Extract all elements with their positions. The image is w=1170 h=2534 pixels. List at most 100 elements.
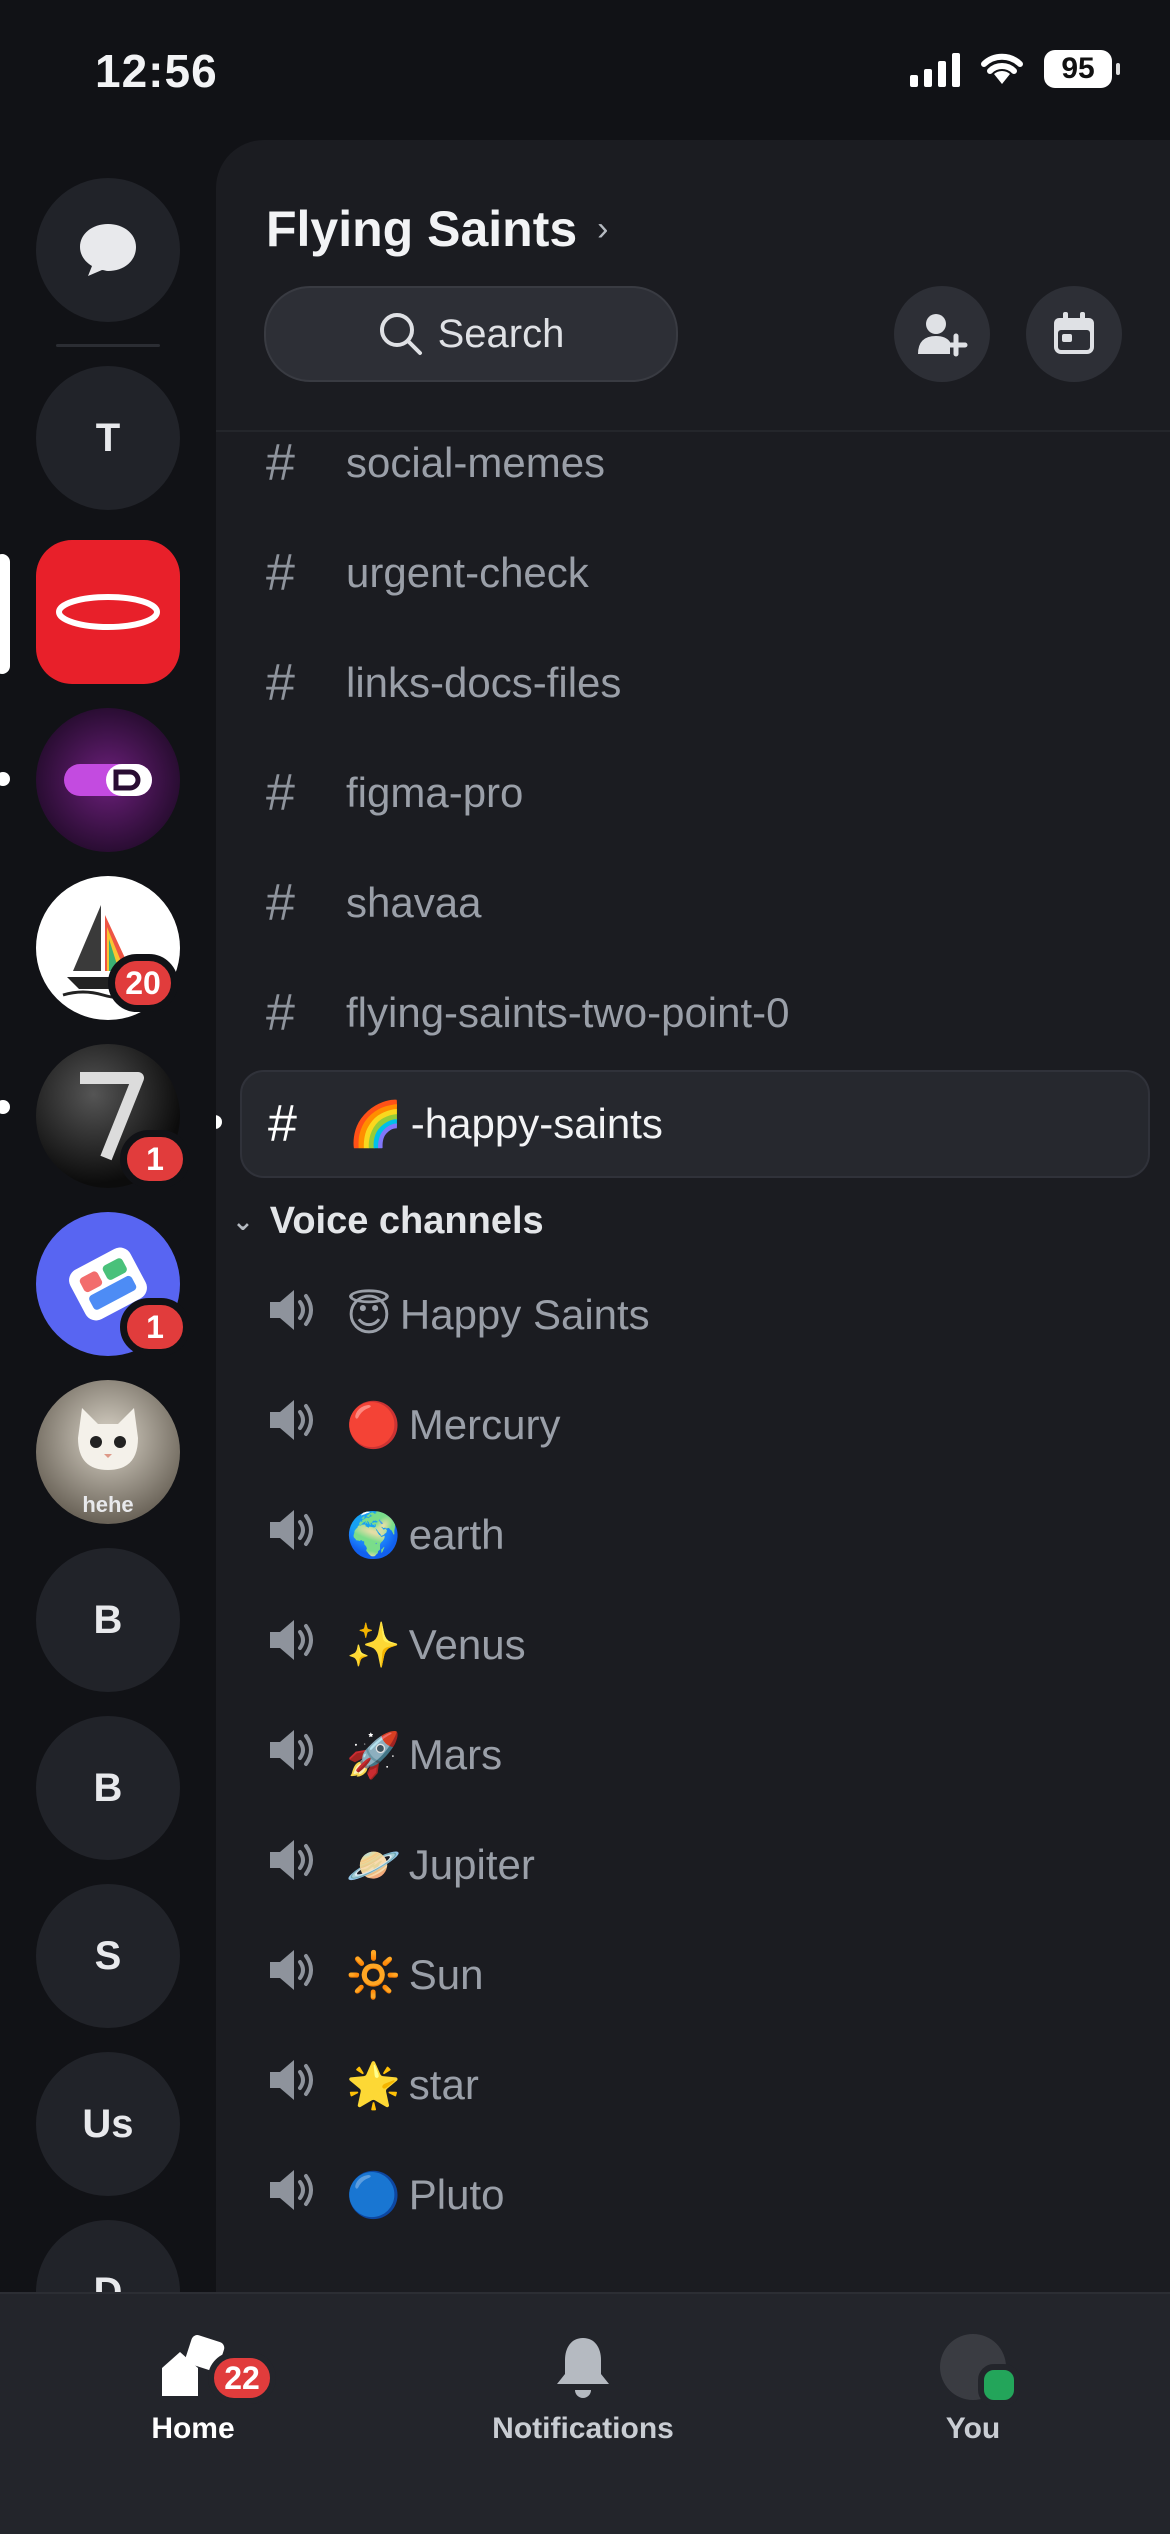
unread-indicator [0, 772, 10, 786]
server-d[interactable]: D [36, 2220, 180, 2292]
channel-name: social-memes [346, 439, 606, 486]
voice-channel-name: Mars [408, 1731, 503, 1778]
voice-channel-name: Sun [408, 1951, 484, 1998]
speaker-icon [266, 1288, 346, 1342]
chevron-down-icon: ⌄ [232, 1206, 254, 1236]
server-initials: B [93, 1765, 123, 1810]
channel-item-active[interactable]: # 🌈 -happy-saints [240, 1070, 1150, 1178]
rainbow-icon: 🌈 [348, 1100, 403, 1149]
unread-indicator [0, 1100, 10, 1114]
voice-channel-name: Venus [408, 1621, 526, 1668]
channel-item[interactable]: # urgent-check [266, 533, 589, 613]
hashtag-icon: # [266, 984, 295, 1042]
server-name: Flying Saints [266, 201, 578, 257]
speaker-icon [266, 1618, 346, 1672]
cat-face-icon [78, 1408, 138, 1470]
voice-channel-item[interactable]: 🚀 Mars [266, 1715, 502, 1795]
server-mention-badge: 20 [108, 954, 178, 1012]
category-voice-channels[interactable]: ⌄ Voice channels [232, 1200, 544, 1243]
hashtag-icon: # [266, 434, 295, 492]
home-notification-badge: 22 [208, 2352, 276, 2404]
channel-item[interactable]: # shavaa [266, 863, 481, 943]
server-mention-badge: 1 [120, 1130, 190, 1188]
cellular-signal-icon [910, 51, 960, 87]
tab-notifications[interactable]: Notifications [458, 2324, 708, 2446]
voice-channel-item[interactable]: 🔴 Mercury [266, 1385, 560, 1465]
wifi-icon [981, 53, 1023, 84]
server-header[interactable]: Flying Saints › [266, 200, 609, 258]
channel-name: links-docs-files [346, 659, 622, 706]
speaker-icon [266, 1508, 346, 1562]
voice-channel-name: Mercury [408, 1401, 561, 1448]
voice-channel-name: Happy Saints [399, 1291, 650, 1338]
cat-caption: hehe [82, 1492, 134, 1517]
voice-channel-item[interactable]: ✨ Venus [266, 1605, 526, 1685]
server-initials: T [95, 415, 121, 460]
halo-icon [56, 594, 160, 630]
tab-you[interactable]: You [848, 2324, 1098, 2446]
server-mention-badge: 1 [120, 1298, 190, 1356]
speaker-icon [266, 1398, 346, 1452]
channel-name: shavaa [346, 879, 482, 926]
status-icons: 95 [910, 50, 1120, 88]
channel-name: urgent-check [346, 549, 589, 596]
events-button[interactable] [1026, 286, 1122, 382]
channel-name: -happy-saints [410, 1100, 663, 1147]
voice-channel-item[interactable]: 🌍 earth [266, 1495, 505, 1575]
battery-indicator: 95 [1044, 50, 1120, 88]
tab-label: You [945, 2412, 1001, 2445]
server-b-2[interactable]: B [36, 1716, 180, 1860]
server-cat[interactable]: hehe [36, 1380, 180, 1524]
direct-messages-button[interactable] [36, 178, 180, 322]
search-icon [379, 313, 422, 355]
channel-emoji: 🔴 [346, 1401, 401, 1450]
server-initials: S [94, 1933, 122, 1978]
voice-channel-item[interactable]: 😇 Happy Saints [266, 1275, 650, 1355]
voice-channel-item[interactable]: 🌟 star [266, 2045, 479, 2125]
channel-emoji: ✨ [346, 1621, 401, 1670]
channel-item[interactable]: # figma-pro [266, 753, 523, 833]
channel-item[interactable]: # flying-saints-two-point-0 [266, 973, 790, 1053]
channel-emoji: 🪐 [346, 1841, 401, 1890]
server-flying-saints[interactable] [36, 540, 180, 684]
channel-name: figma-pro [346, 769, 524, 816]
channel-emoji: 🔆 [346, 1951, 401, 2000]
selected-server-indicator [0, 554, 10, 674]
avatar [940, 2334, 1020, 2406]
rail-separator [56, 344, 160, 347]
hashtag-icon: # [266, 874, 295, 932]
channel-item[interactable]: # links-docs-files [266, 643, 621, 723]
home-icon: 22 [158, 2324, 276, 2404]
search-button[interactable]: Search [264, 286, 678, 382]
server-t[interactable]: T [36, 366, 180, 510]
tab-home[interactable]: 22 Home [68, 2324, 318, 2446]
server-pill-logo[interactable] [36, 708, 180, 852]
chevron-right-icon: › [597, 209, 609, 248]
speaker-icon [266, 2168, 346, 2222]
status-time: 12:56 [95, 45, 218, 97]
channel-emoji: 🔵 [346, 2171, 401, 2220]
voice-channel-item[interactable]: 🔵 Pluto [266, 2155, 505, 2235]
channel-emoji: 🚀 [346, 1731, 401, 1780]
status-bar: 12:56 95 [0, 0, 1170, 140]
hashtag-icon: # [266, 764, 295, 822]
pill-logo-icon [64, 764, 152, 796]
server-initials: Us [82, 2101, 134, 2146]
calendar-icon [1054, 312, 1094, 354]
hashtag-icon: # [266, 654, 295, 712]
channel-item[interactable]: # social-memes [266, 423, 605, 503]
speaker-icon [266, 1948, 346, 2002]
speaker-icon [266, 1728, 346, 1782]
server-us[interactable]: Us [36, 2052, 180, 2196]
tab-label: Notifications [492, 2412, 674, 2445]
server-b[interactable]: B [36, 1548, 180, 1692]
server-s[interactable]: S [36, 1884, 180, 2028]
voice-channel-item[interactable]: 🪐 Jupiter [266, 1825, 535, 1905]
hashtag-icon: # [268, 1095, 297, 1153]
invite-members-button[interactable] [894, 286, 990, 382]
voice-channel-item[interactable]: 🔆 Sun [266, 1935, 484, 2015]
add-user-icon [918, 314, 968, 357]
speaker-icon [266, 1838, 346, 1892]
server-initials: D [93, 2269, 123, 2293]
channel-panel: Flying Saints › Search # social-memes # … [216, 140, 1170, 2292]
